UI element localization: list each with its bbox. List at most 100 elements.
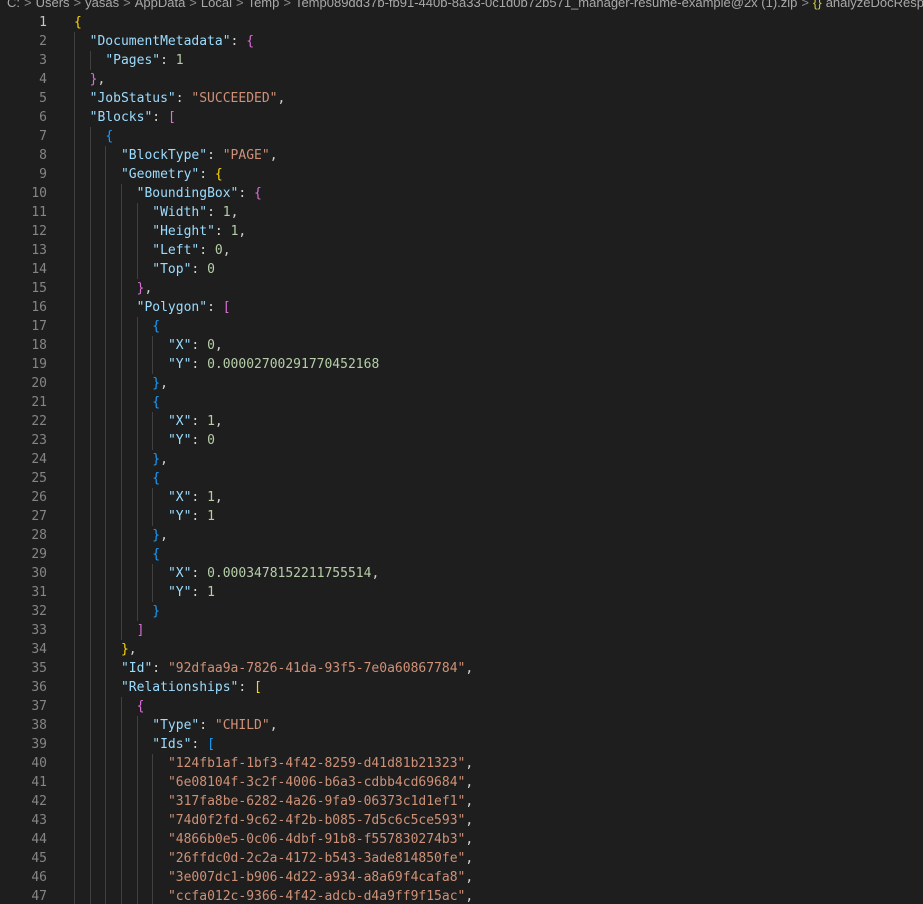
line-number: 8 [39, 148, 47, 163]
code-token: { [152, 471, 161, 486]
code-line[interactable]: 17 { [0, 317, 923, 336]
breadcrumb-item[interactable]: Users [36, 0, 70, 10]
line-number: 26 [31, 490, 47, 505]
code-token: : [191, 414, 208, 429]
code-line[interactable]: 9 "Geometry": { [0, 165, 923, 184]
code-line[interactable]: 13 "Left": 0, [0, 241, 923, 260]
indent-guide [152, 412, 153, 450]
code-line[interactable]: 16 "Polygon": [ [0, 298, 923, 317]
code-token: , [465, 832, 474, 847]
line-number: 3 [39, 53, 47, 68]
code-line[interactable]: 18 "X": 0, [0, 336, 923, 355]
line-number: 23 [31, 433, 47, 448]
code-line[interactable]: 32} [0, 602, 923, 621]
code-line[interactable]: 25 { [0, 469, 923, 488]
code-text: ] [137, 621, 145, 640]
breadcrumb-item[interactable]: Local [201, 0, 232, 10]
breadcrumb-item[interactable]: AppData [135, 0, 186, 10]
code-line[interactable]: 34}, [0, 640, 923, 659]
line-number: 4 [39, 72, 47, 87]
code-line[interactable]: 21 { [0, 393, 923, 412]
code-line[interactable]: 6 "Blocks": [ [0, 108, 923, 127]
code-line[interactable]: 41 "6e08104f-3c2f-4006-b6a3-cdbb4cd69684"… [0, 773, 923, 792]
code-line[interactable]: 46 "3e007dc1-b906-4d22-a934-a8a69f4cafa8"… [0, 868, 923, 887]
code-line[interactable]: 30 "X": 0.0003478152211755514, [0, 564, 923, 583]
code-text: "Type": "CHILD", [152, 716, 277, 735]
code-line[interactable]: 23 "Y": 0 [0, 431, 923, 450]
code-line[interactable]: 26 "X": 1, [0, 488, 923, 507]
code-token: } [152, 452, 161, 467]
code-token: , [214, 490, 223, 505]
code-token: "Y" [167, 357, 192, 372]
code-line[interactable]: 28}, [0, 526, 923, 545]
code-line[interactable]: 1{ [0, 13, 923, 32]
code-line[interactable]: 5 "JobStatus": "SUCCEEDED", [0, 89, 923, 108]
line-number: 33 [31, 623, 47, 638]
line-number: 27 [31, 509, 47, 524]
breadcrumb-item[interactable]: C: [7, 0, 20, 10]
line-number: 28 [31, 528, 47, 543]
code-token: , [269, 718, 278, 733]
code-editor[interactable]: 1{2 "DocumentMetadata": {3 "Pages": 1 4}, 5 "… [0, 13, 923, 904]
line-number: 32 [31, 604, 47, 619]
code-token: , [160, 528, 168, 543]
code-line[interactable]: 44 "4866b0e5-0c06-4dbf-91b8-f557830274b3"… [0, 830, 923, 849]
code-line[interactable]: 8 "BlockType": "PAGE", [0, 146, 923, 165]
code-line[interactable]: 40 "124fb1af-1bf3-4f42-8259-d41d81b21323"… [0, 754, 923, 773]
code-line[interactable]: 20}, [0, 374, 923, 393]
code-text: "74d0f2fd-9c62-4f2b-b085-7d5c6c5ce593", [168, 811, 473, 830]
breadcrumb-file-name[interactable]: analyzeDocResponse.json [826, 0, 923, 10]
code-line[interactable]: 38 "Type": "CHILD", [0, 716, 923, 735]
code-token: "JobStatus" [89, 91, 176, 106]
code-line[interactable]: 10 "BoundingBox": { [0, 184, 923, 203]
code-line[interactable]: 2 "DocumentMetadata": { [0, 32, 923, 51]
code-token: { [136, 699, 145, 714]
code-line[interactable]: 4}, [0, 70, 923, 89]
code-line[interactable]: 45 "26ffdc0d-2c2a-4172-b543-3ade814850fe"… [0, 849, 923, 868]
code-line[interactable]: 22 "X": 1, [0, 412, 923, 431]
code-token: , [277, 91, 286, 106]
code-text: { [152, 545, 160, 564]
code-line[interactable]: 7{ [0, 127, 923, 146]
code-text: "Y": 0.00002700291770452168 [168, 355, 379, 374]
code-line[interactable]: 14 "Top": 0 [0, 260, 923, 279]
code-line[interactable]: 43 "74d0f2fd-9c62-4f2b-b085-7d5c6c5ce593"… [0, 811, 923, 830]
code-line[interactable]: 39 "Ids": [ [0, 735, 923, 754]
code-line[interactable]: 24}, [0, 450, 923, 469]
indent-guide [152, 336, 153, 374]
code-line[interactable]: 27 "Y": 1 [0, 507, 923, 526]
line-number: 36 [31, 680, 47, 695]
code-text: "Ids": [ [152, 735, 215, 754]
breadcrumb-item[interactable]: Temp089dd37b-fb91-440b-8a33-0c1d0b72b571… [295, 0, 797, 10]
code-token: , [465, 889, 474, 904]
breadcrumb-item[interactable]: yasas [85, 0, 119, 10]
code-line[interactable]: 19 "Y": 0.00002700291770452168 [0, 355, 923, 374]
code-text: "Id": "92dfaa9a-7826-41da-93f5-7e0a60867… [121, 659, 473, 678]
indent-guide [90, 127, 91, 904]
indent-guide [137, 716, 138, 904]
line-number: 17 [31, 319, 47, 334]
code-token: , [465, 851, 474, 866]
code-line[interactable]: 29 { [0, 545, 923, 564]
code-line[interactable]: 33] [0, 621, 923, 640]
code-line[interactable]: 31 "Y": 1 [0, 583, 923, 602]
code-line[interactable]: 42 "317fa8be-6282-4a26-9fa9-06373c1d1ef1"… [0, 792, 923, 811]
code-token: : [191, 490, 208, 505]
line-number: 45 [31, 851, 47, 866]
code-token: [ [167, 110, 176, 125]
code-line[interactable]: 15}, [0, 279, 923, 298]
code-token: "124fb1af-1bf3-4f42-8259-d41d81b21323" [167, 756, 466, 771]
code-line[interactable]: 3 "Pages": 1 [0, 51, 923, 70]
code-line[interactable]: 35 "Id": "92dfaa9a-7826-41da-93f5-7e0a608… [0, 659, 923, 678]
code-token: : [230, 34, 247, 49]
code-line[interactable]: 11 "Width": 1, [0, 203, 923, 222]
code-token: 1 [207, 490, 215, 505]
code-token: "Blocks" [89, 110, 153, 125]
code-line[interactable]: 47 "ccfa012c-9366-4f42-adcb-d4a9ff9f15ac"… [0, 887, 923, 904]
line-number: 37 [31, 699, 47, 714]
code-line[interactable]: 36 "Relationships": [ [0, 678, 923, 697]
code-line[interactable]: 12 "Height": 1, [0, 222, 923, 241]
code-line[interactable]: 37 { [0, 697, 923, 716]
breadcrumb-item[interactable]: Temp [248, 0, 280, 10]
code-token: { [105, 129, 114, 144]
